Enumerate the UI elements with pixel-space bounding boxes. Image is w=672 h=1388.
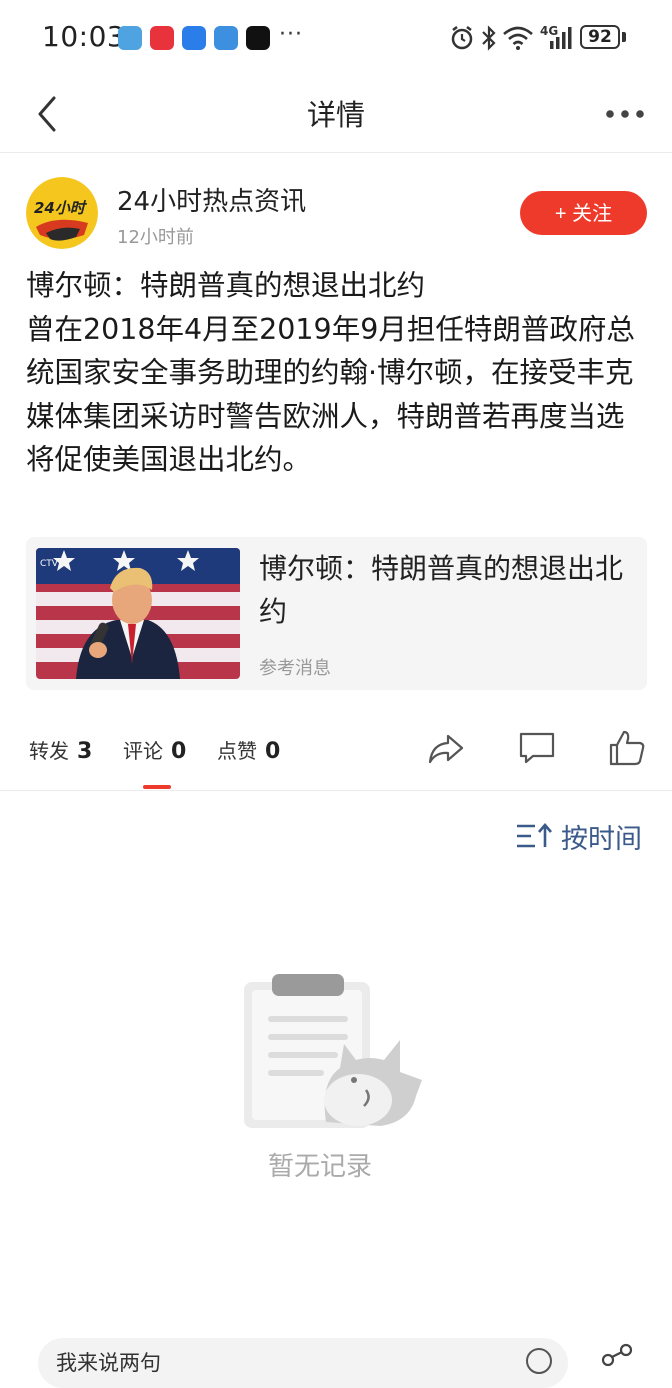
status-time: 10:03 [42, 20, 126, 53]
like-count: 0 [265, 739, 281, 764]
emoji-icon[interactable] [524, 1346, 554, 1376]
repost-count: 3 [77, 739, 93, 764]
post-body: 曾在2018年4月至2019年9月担任特朗普政府总统国家安全事务助理的约翰·博尔… [26, 312, 635, 477]
avatar-text: 24小时 [34, 199, 85, 217]
article-title: 博尔顿：特朗普真的想退出北约 [259, 552, 624, 628]
comment-input[interactable] [56, 1348, 506, 1378]
bluetooth-icon [482, 25, 496, 51]
post-content: 博尔顿：特朗普真的想退出北约 曾在2018年4月至2019年9月担任特朗普政府总… [26, 264, 646, 482]
share-icon[interactable] [426, 728, 466, 768]
repost-tab[interactable]: 转发 3 [29, 735, 92, 764]
article-card[interactable]: CTV 博尔顿：特朗普真的想退出北约 参考消息 [26, 537, 647, 690]
article-source: 参考消息 [259, 658, 331, 679]
sort-label: 按时间 [561, 824, 642, 855]
like-tab[interactable]: 点赞 0 [217, 735, 280, 764]
follow-button[interactable]: + 关注 [520, 191, 647, 235]
empty-state-text: 暂无记录 [267, 1152, 372, 1182]
signal-icon [550, 27, 572, 49]
battery-level: 92 [580, 25, 620, 49]
alarm-icon [451, 26, 473, 50]
empty-clipboard-icon [244, 974, 422, 1128]
shopping-app-icon [150, 26, 174, 50]
svg-text:CTV: CTV [40, 559, 59, 569]
tiktok-app-icon [246, 26, 270, 50]
refresh-app-icon [182, 26, 206, 50]
author-name[interactable]: 24小时热点资讯 [117, 181, 306, 218]
browser-app-icon [118, 26, 142, 50]
nav-bar: 详情 [0, 78, 672, 153]
comment-icon[interactable] [517, 728, 557, 768]
comment-input-bar[interactable] [38, 1338, 568, 1388]
divider [0, 790, 672, 791]
battery-tip [622, 32, 626, 42]
active-tab-indicator [143, 785, 171, 789]
like-label: 点赞 [217, 739, 257, 763]
post-title-line: 博尔顿：特朗普真的想退出北约 [26, 269, 426, 302]
like-icon[interactable] [607, 728, 647, 768]
repost-label: 转发 [29, 739, 69, 763]
thumbnail-image: CTV [36, 548, 240, 679]
page-title: 详情 [306, 98, 365, 132]
wifi-icon [503, 26, 533, 50]
author-avatar[interactable]: 24小时 [26, 177, 98, 249]
article-thumbnail: CTV [36, 548, 240, 679]
share-nodes-icon[interactable] [600, 1342, 636, 1378]
sort-icon [517, 823, 552, 848]
more-notifications-icon: ··· [279, 22, 303, 47]
comment-label: 评论 [123, 739, 163, 763]
map-app-icon [214, 26, 238, 50]
status-bar: 10:03 ··· 4G 92 [0, 0, 672, 78]
more-options-icon[interactable] [602, 96, 648, 132]
comment-tab[interactable]: 评论 0 [123, 735, 186, 764]
comment-count: 0 [171, 739, 187, 764]
post-time: 12小时前 [117, 227, 194, 248]
